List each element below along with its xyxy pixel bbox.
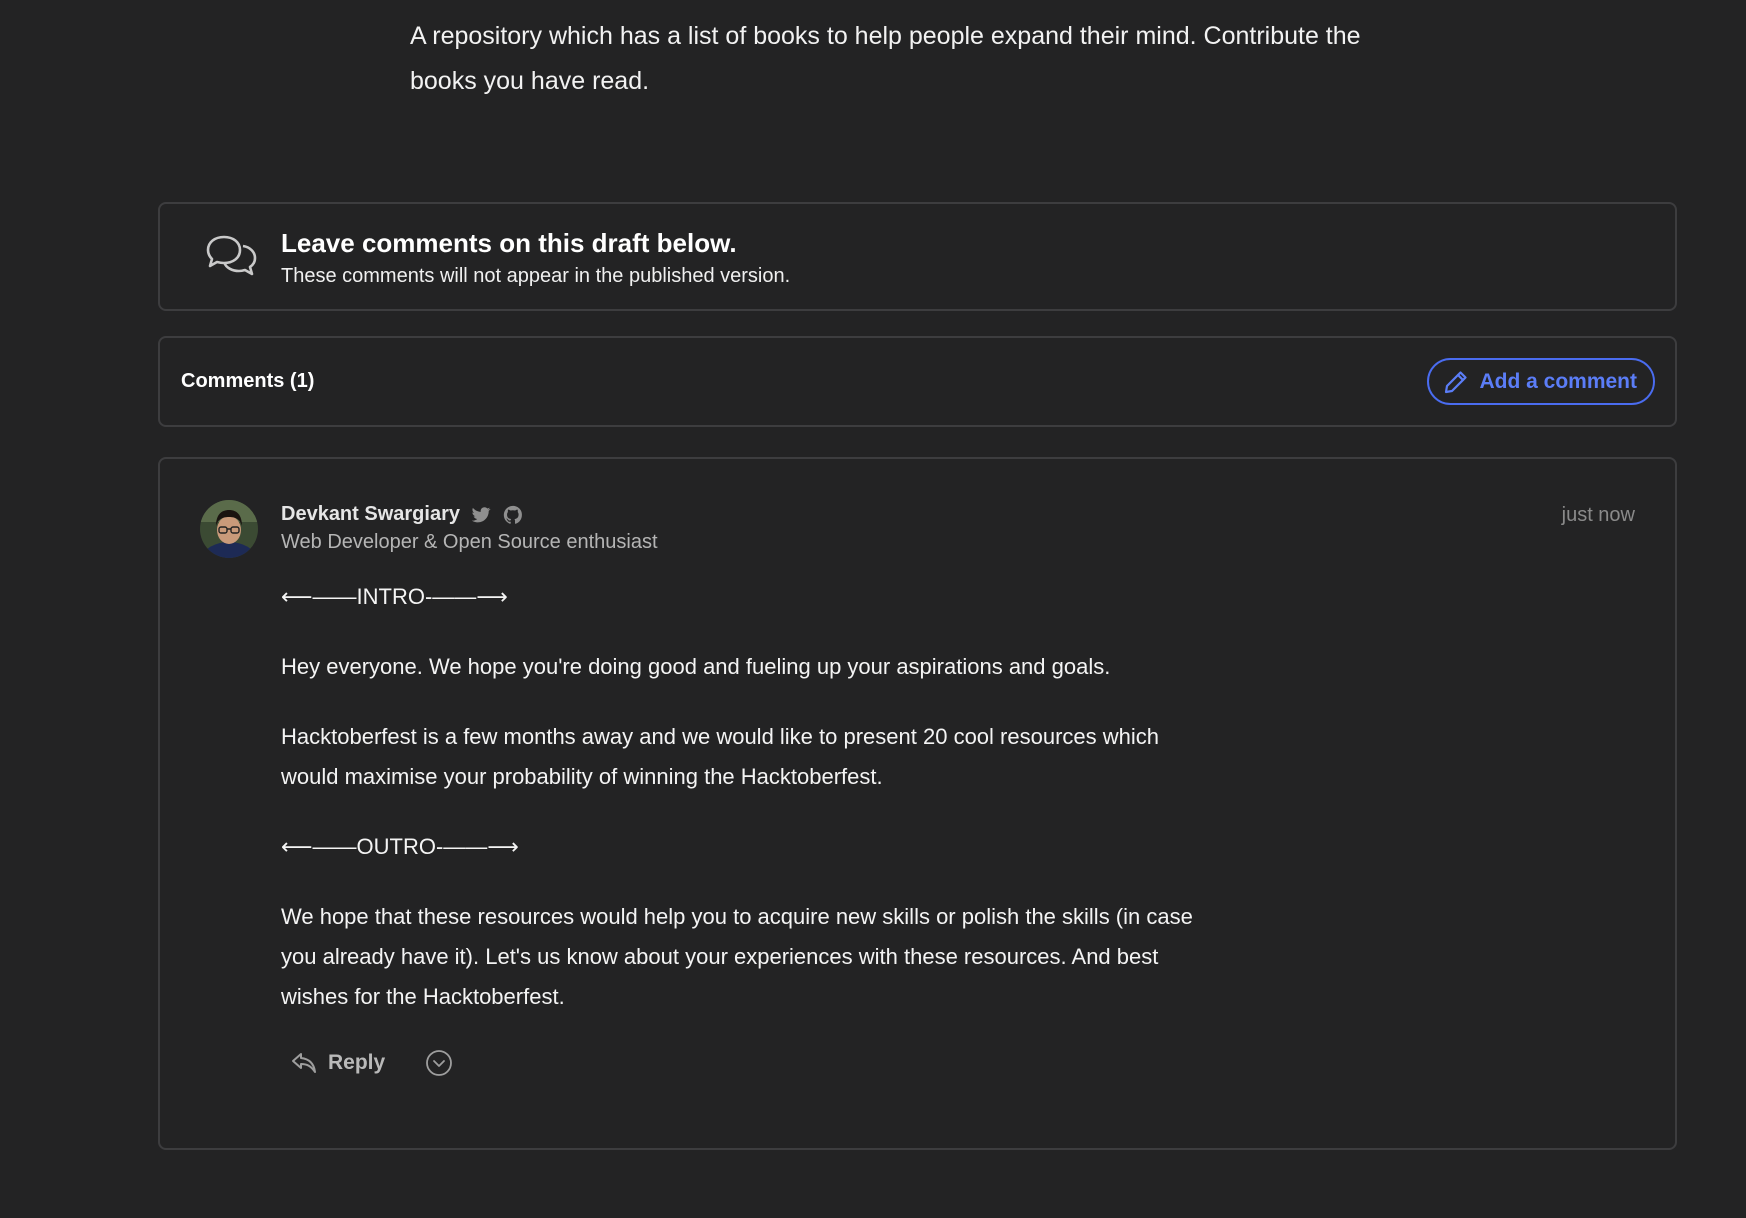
comment-paragraph: Hey everyone. We hope you're doing good … [281,654,1111,679]
comment-timestamp[interactable]: just now [1562,504,1635,527]
draft-notice-subtitle: These comments will not appear in the pu… [281,265,791,287]
comments-header-bar: Comments (1) Add a comment [158,336,1677,427]
twitter-icon[interactable] [470,504,492,526]
reply-icon [292,1053,316,1073]
comment-body: ⟵——INTRO-——⟶ Hey everyone. We hope you'r… [281,577,1201,1047]
comment-paragraph: Hacktoberfest is a few months away and w… [281,724,1159,789]
reply-button[interactable]: Reply [290,1049,385,1077]
comment-paragraph: ⟵——INTRO-——⟶ [281,584,508,609]
comment-paragraph: We hope that these resources would help … [281,904,1193,1009]
chevron-down-icon[interactable] [425,1049,453,1077]
comment-author-name[interactable]: Devkant Swargiary [281,503,460,526]
chat-bubbles-icon [206,235,257,276]
draft-comments-notice: Leave comments on this draft below. Thes… [158,202,1677,311]
avatar[interactable] [200,500,258,558]
draft-notice-title: Leave comments on this draft below. [281,228,737,258]
comment-card: Devkant Swargiary Web Developer & Open S… [158,457,1677,1150]
github-icon[interactable] [502,504,524,526]
add-comment-button[interactable]: Add a comment [1427,358,1655,405]
article-intro-text: A repository which has a list of books t… [410,22,1361,95]
comments-count: Comments (1) [181,370,315,392]
comment-paragraph: ⟵——OUTRO-——⟶ [281,834,519,859]
comment-author-tagline: Web Developer & Open Source enthusiast [281,531,658,553]
pencil-icon [1445,370,1468,393]
add-comment-label: Add a comment [1479,369,1637,393]
reply-label: Reply [328,1051,386,1074]
comment-actions: Reply [290,1049,453,1077]
comment-author-row: Devkant Swargiary [281,503,524,526]
